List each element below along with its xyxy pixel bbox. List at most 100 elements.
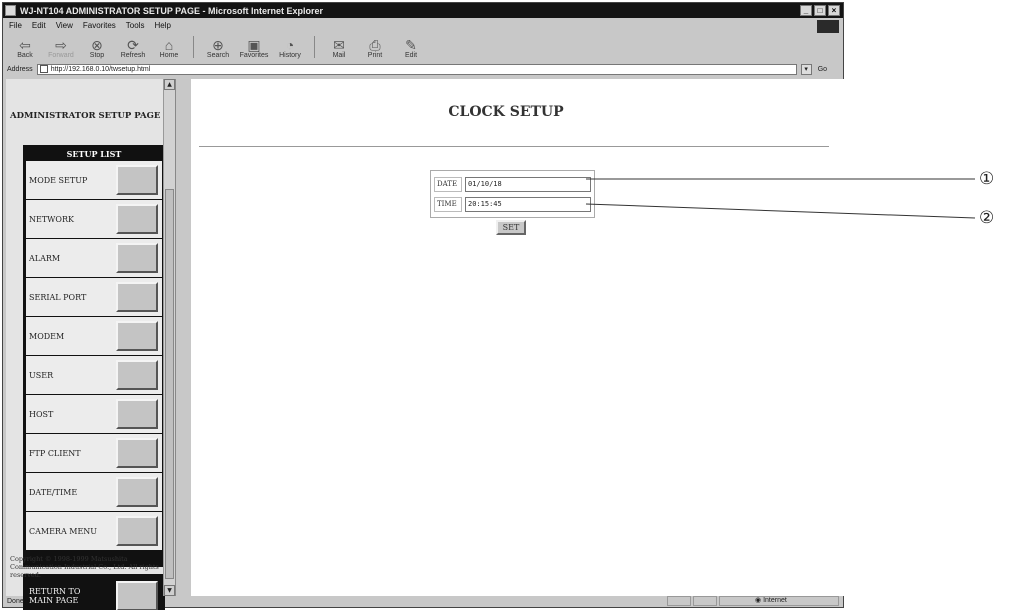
time-label: TIME: [434, 196, 462, 212]
mail-icon: ✉: [333, 37, 345, 53]
go-button[interactable]: Go: [818, 66, 827, 73]
left-frame: ADMINISTRATOR SETUP PAGE SETUP LIST MODE…: [6, 79, 176, 610]
address-label: Address: [7, 65, 33, 73]
address-bar: Address http://192.168.0.10/twsetup.html…: [3, 62, 843, 76]
divider: [199, 146, 829, 147]
setup-item-label: USER: [29, 370, 54, 380]
scroll-up-icon[interactable]: ▲: [164, 79, 175, 90]
home-label: Home: [159, 52, 179, 59]
back-button[interactable]: ⇦ Back: [7, 33, 43, 61]
edit-label: Edit: [404, 52, 418, 59]
date-time-button[interactable]: [116, 477, 158, 507]
setup-item-mode-setup: MODE SETUP: [26, 161, 162, 199]
menu-view[interactable]: View: [56, 21, 73, 30]
windows-logo-icon: [817, 20, 839, 33]
copyright-text: Copyright © 1998-1999 Matsushita Communi…: [10, 555, 159, 579]
setup-item-label: FTP CLIENT: [29, 448, 81, 458]
setup-item-serial-port: SERIAL PORT: [26, 278, 162, 316]
menu-file[interactable]: File: [9, 21, 22, 30]
date-field[interactable]: [465, 176, 591, 192]
setup-item-label: NETWORK: [29, 214, 74, 224]
set-button[interactable]: SET: [496, 220, 526, 235]
print-button[interactable]: ⎙ Print: [357, 33, 393, 61]
home-button[interactable]: ⌂ Home: [151, 33, 187, 61]
page-title: CLOCK SETUP: [448, 104, 564, 120]
close-button[interactable]: ×: [828, 5, 840, 16]
favorites-button[interactable]: ▣ Favorites: [236, 33, 272, 61]
setup-item-camera-menu: CAMERA MENU: [26, 512, 162, 550]
setup-item-label: SERIAL PORT: [29, 292, 87, 302]
setup-item-label: ALARM: [29, 253, 61, 263]
setup-item-user: USER: [26, 356, 162, 394]
toolbar: ⇦ Back ⇨ Forward ⊗ Stop ⟳ Refresh ⌂ Home…: [3, 33, 843, 61]
forward-button[interactable]: ⇨ Forward: [43, 33, 79, 61]
serial-port-button[interactable]: [116, 282, 158, 312]
setup-item-label: DATE/TIME: [29, 487, 78, 497]
time-field[interactable]: [465, 196, 591, 212]
search-label: Search: [206, 52, 230, 59]
search-icon: ⊕: [212, 37, 224, 53]
clock-form: DATE TIME: [430, 170, 595, 218]
search-button[interactable]: ⊕ Search: [200, 33, 236, 61]
refresh-icon: ⟳: [127, 37, 139, 53]
favorites-icon: ▣: [247, 37, 261, 53]
back-arrow-icon: ⇦: [19, 37, 31, 53]
setup-item-host: HOST: [26, 395, 162, 433]
browser-window: WJ-NT104 ADMINISTRATOR SETUP PAGE - Micr…: [2, 2, 844, 610]
toolbar-separator: [193, 36, 194, 58]
setup-list: SETUP LIST MODE SETUP NETWORK ALARM SERI…: [23, 145, 165, 567]
scroll-thumb[interactable]: [165, 189, 174, 579]
date-label: DATE: [434, 176, 462, 192]
home-icon: ⌂: [164, 37, 174, 53]
network-button[interactable]: [116, 204, 158, 234]
edit-button[interactable]: ✎ Edit: [393, 33, 429, 61]
setup-item-network: NETWORK: [26, 200, 162, 238]
forward-label: Forward: [48, 52, 74, 59]
zone-label: Internet: [763, 597, 787, 604]
camera-menu-button[interactable]: [116, 516, 158, 546]
ie-app-icon: [5, 5, 16, 16]
content-frame: CLOCK SETUP DATE TIME SET: [191, 79, 844, 596]
user-button[interactable]: [116, 360, 158, 390]
host-button[interactable]: [116, 399, 158, 429]
print-label: Print: [367, 52, 383, 59]
setup-list-header: SETUP LIST: [66, 149, 122, 159]
setup-item-label: MODEM: [29, 331, 65, 341]
mode-setup-button[interactable]: [116, 165, 158, 195]
history-icon: ◔: [285, 37, 295, 53]
window-title: WJ-NT104 ADMINISTRATOR SETUP PAGE - Micr…: [20, 5, 324, 16]
internet-zone: ◉ Internet: [755, 597, 787, 604]
mail-label: Mail: [332, 52, 346, 59]
history-button[interactable]: ◔ History: [272, 33, 308, 61]
setup-item-label: CAMERA MENU: [29, 526, 98, 536]
menu-favorites[interactable]: Favorites: [83, 21, 116, 30]
address-input[interactable]: http://192.168.0.10/twsetup.html: [36, 63, 797, 75]
address-url: http://192.168.0.10/twsetup.html: [50, 65, 151, 73]
history-label: History: [279, 52, 301, 59]
refresh-button[interactable]: ⟳ Refresh: [115, 33, 151, 61]
status-bar: Done ◉ Internet: [3, 595, 843, 607]
modem-button[interactable]: [116, 321, 158, 351]
mail-button[interactable]: ✉ Mail: [321, 33, 357, 61]
menu-edit[interactable]: Edit: [32, 21, 46, 30]
favorites-label: Favorites: [239, 52, 269, 59]
callout-1: ①: [979, 169, 995, 189]
stop-button[interactable]: ⊗ Stop: [79, 33, 115, 61]
title-bar: WJ-NT104 ADMINISTRATOR SETUP PAGE - Micr…: [3, 3, 843, 18]
status-cell: [693, 596, 717, 606]
maximize-button[interactable]: □: [814, 5, 826, 16]
address-dropdown-icon[interactable]: ▾: [800, 63, 812, 75]
minimize-button[interactable]: _: [800, 5, 812, 16]
setup-item-label: MODE SETUP: [29, 175, 88, 185]
refresh-label: Refresh: [120, 52, 146, 59]
forward-arrow-icon: ⇨: [55, 37, 67, 53]
left-scrollbar[interactable]: ▲ ▼: [163, 79, 175, 596]
menu-tools[interactable]: Tools: [126, 21, 145, 30]
ftp-client-button[interactable]: [116, 438, 158, 468]
stop-label: Stop: [89, 52, 105, 59]
back-label: Back: [17, 52, 33, 59]
alarm-button[interactable]: [116, 243, 158, 273]
menu-help[interactable]: Help: [154, 21, 170, 30]
edit-icon: ✎: [405, 37, 417, 53]
sidebar-title: ADMINISTRATOR SETUP PAGE: [10, 111, 161, 121]
